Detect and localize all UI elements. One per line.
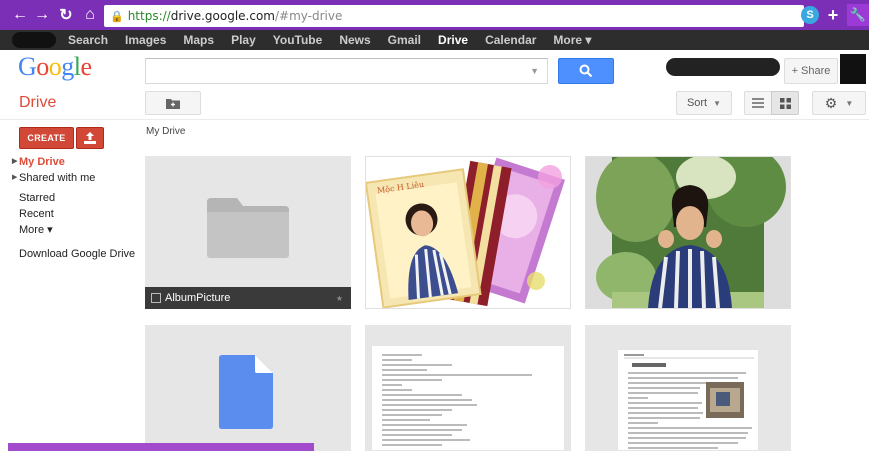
upload-button[interactable] bbox=[76, 127, 104, 149]
star-icon[interactable]: ★ bbox=[336, 294, 343, 303]
breadcrumb[interactable]: My Drive bbox=[146, 126, 185, 137]
sort-button[interactable]: Sort ▼ bbox=[676, 91, 732, 115]
google-bar-link[interactable]: More ▾ bbox=[553, 33, 591, 47]
document-tile[interactable] bbox=[585, 325, 791, 451]
grid-view-icon bbox=[779, 97, 791, 109]
photo-collage-thumbnail: Mộc H Liêu bbox=[365, 157, 570, 309]
search-input[interactable]: ▼ bbox=[145, 58, 548, 84]
grid-view-button[interactable] bbox=[771, 91, 799, 115]
url-host: drive.google.com bbox=[170, 9, 275, 23]
search-options-icon[interactable]: ▼ bbox=[530, 66, 539, 76]
gear-icon: ⚙ bbox=[824, 94, 838, 111]
google-bar-link[interactable]: Calendar bbox=[485, 33, 536, 47]
reload-icon[interactable]: ↻ bbox=[56, 5, 76, 25]
sidebar-item-label: Starred bbox=[19, 192, 56, 204]
google-bar-link[interactable]: Images bbox=[125, 33, 166, 47]
article-preview bbox=[624, 354, 754, 449]
browser-bar: ← → ↻ ⌂ 🔒 https://drive.google.com/#my-d… bbox=[0, 0, 869, 30]
avatar[interactable] bbox=[840, 54, 866, 84]
browser-extensions: S + 🔧 bbox=[801, 4, 869, 26]
upload-icon bbox=[84, 132, 96, 144]
share-button[interactable]: + Share bbox=[784, 58, 838, 84]
document-tile[interactable] bbox=[145, 325, 351, 451]
home-icon[interactable]: ⌂ bbox=[80, 5, 100, 25]
folder-name: AlbumPicture bbox=[165, 292, 231, 304]
forward-icon[interactable]: → bbox=[32, 5, 52, 25]
google-bar-link[interactable]: Maps bbox=[183, 33, 214, 47]
chevron-down-icon: ▼ bbox=[845, 98, 854, 108]
image-tile[interactable] bbox=[585, 156, 791, 309]
sidebar-item-label: More ▾ bbox=[19, 224, 53, 236]
sort-label: Sort bbox=[686, 97, 708, 109]
list-view-icon bbox=[752, 98, 764, 108]
document-tile[interactable] bbox=[365, 325, 571, 451]
text-document-thumbnail bbox=[371, 345, 565, 451]
google-bar-link[interactable]: Search bbox=[68, 33, 108, 47]
sidebar-item[interactable]: ▶ My Drive bbox=[12, 154, 142, 170]
sidebar-nav: ▶ My Drive ▶ Shared with me Starred Recent Mor… bbox=[12, 154, 142, 260]
url-scheme: https:// bbox=[127, 9, 171, 23]
google-bar-links: Search Images Maps Play YouTube News Gmail Driv… bbox=[68, 33, 591, 47]
list-view-button[interactable] bbox=[744, 91, 772, 115]
expand-triangle-icon[interactable]: ▶ bbox=[12, 170, 19, 186]
image-thumbnail-frame: Mộc H Liêu bbox=[365, 157, 570, 309]
sidebar-item[interactable]: Starred bbox=[12, 190, 142, 206]
google-bar-link[interactable]: Drive bbox=[438, 33, 468, 47]
google-bar-link[interactable]: Gmail bbox=[388, 33, 421, 47]
google-bar-link[interactable]: Play bbox=[231, 33, 256, 47]
sidebar-item[interactable]: ▶ Shared with me bbox=[12, 170, 142, 186]
redacted-user-name[interactable] bbox=[12, 32, 56, 48]
drive-title[interactable]: Drive bbox=[19, 94, 56, 112]
google-bar: Search Images Maps Play YouTube News Gmail Driv… bbox=[0, 30, 869, 50]
sidebar-item-label: Recent bbox=[19, 208, 54, 220]
settings-button[interactable]: ⚙ ▼ bbox=[812, 91, 866, 115]
google-bar-link[interactable]: YouTube bbox=[273, 33, 323, 47]
sidebar-item-label: My Drive bbox=[19, 156, 65, 168]
folder-title-bar: AlbumPicture ★ bbox=[145, 287, 351, 309]
skype-icon[interactable]: S bbox=[801, 6, 819, 24]
redacted-account-name[interactable] bbox=[666, 58, 780, 76]
google-bar-link[interactable]: News bbox=[339, 33, 370, 47]
search-button[interactable] bbox=[558, 58, 614, 84]
text-lines bbox=[382, 354, 532, 446]
toolbar: Drive Sort ▼ ⚙ ▼ bbox=[0, 88, 869, 120]
search-icon bbox=[579, 64, 593, 78]
sidebar-item-label: Shared with me bbox=[19, 172, 96, 184]
document-icon bbox=[219, 355, 273, 429]
expand-triangle-icon[interactable]: ▶ bbox=[12, 154, 19, 170]
create-button[interactable]: CREATE bbox=[19, 127, 74, 149]
lock-icon: 🔒 bbox=[110, 9, 124, 23]
url-path: /#my-drive bbox=[274, 9, 343, 23]
back-icon[interactable]: ← bbox=[10, 5, 30, 25]
wrench-icon[interactable]: 🔧 bbox=[847, 4, 869, 26]
article-document-thumbnail bbox=[617, 349, 759, 451]
download-drive-link[interactable]: Download Google Drive bbox=[12, 248, 142, 260]
select-checkbox[interactable] bbox=[151, 293, 161, 303]
image-tile[interactable]: Mộc H Liêu bbox=[365, 156, 571, 309]
header: Google ▼ + Share bbox=[0, 50, 869, 87]
chevron-down-icon: ▼ bbox=[713, 98, 722, 108]
plus-icon[interactable]: + bbox=[825, 5, 841, 26]
folder-tile[interactable]: AlbumPicture ★ bbox=[145, 156, 351, 309]
address-bar[interactable]: 🔒 https://drive.google.com/#my-drive bbox=[104, 5, 804, 27]
new-folder-button[interactable] bbox=[145, 91, 201, 115]
new-folder-icon bbox=[166, 98, 180, 109]
status-bar-url bbox=[8, 443, 314, 451]
folder-icon bbox=[207, 198, 289, 258]
photo-thumbnail bbox=[596, 157, 786, 308]
sidebar-item[interactable]: More ▾ bbox=[12, 222, 142, 238]
sidebar-item[interactable]: Recent bbox=[12, 206, 142, 222]
image-thumbnail-frame bbox=[586, 157, 790, 308]
google-logo[interactable]: Google bbox=[18, 52, 92, 82]
